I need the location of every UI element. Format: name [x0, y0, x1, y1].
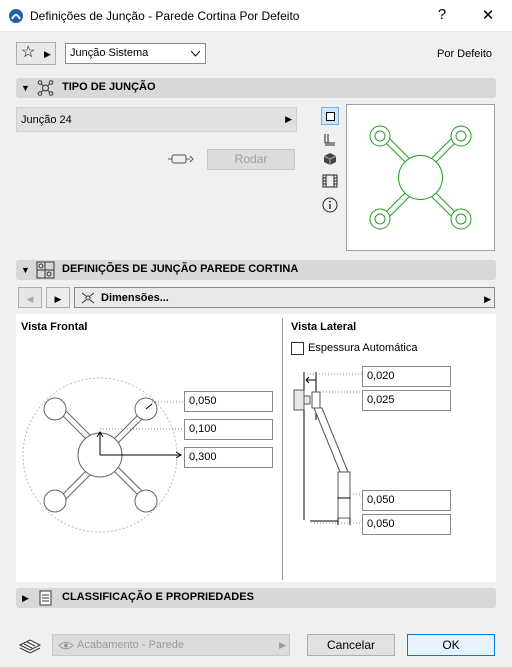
ok-button[interactable]: OK: [407, 634, 495, 656]
chevron-right-icon: ▶: [22, 593, 29, 603]
front-field-2[interactable]: 0,100: [184, 419, 273, 440]
help-button[interactable]: ?: [432, 6, 452, 23]
favorites-button[interactable]: ☆ ▶: [16, 42, 56, 65]
section-classification[interactable]: ▶ CLASSIFICAÇÃO E PROPRIEDADES: [16, 588, 496, 608]
layer-value: Acabamento - Parede: [77, 639, 185, 651]
layer-dropdown[interactable]: Acabamento - Parede ▶: [52, 634, 290, 656]
joint-preview: [346, 104, 495, 251]
chevron-right-icon: ▶: [285, 114, 292, 124]
layer-icon: [18, 639, 42, 654]
chevron-down-icon: [191, 51, 200, 57]
system-dropdown-value: Junção Sistema: [70, 47, 149, 59]
title-bar: Definições de Junção - Parede Cortina Po…: [0, 0, 512, 32]
film-icon[interactable]: [322, 173, 338, 189]
auto-thickness-label: Espessura Automática: [308, 342, 418, 354]
front-view-diagram: [22, 377, 185, 533]
plan-view-toggle[interactable]: [321, 107, 339, 125]
window-title: Definições de Junção - Parede Cortina Po…: [30, 9, 300, 23]
chevron-down-icon: ▼: [21, 265, 30, 275]
next-page-button[interactable]: ▶: [46, 287, 70, 308]
section-cw-settings[interactable]: ▼ DEFINIÇÕES DE JUNÇÃO PAREDE CORTINA: [16, 260, 496, 280]
cw-junction-settings-icon: [36, 261, 55, 279]
side-field-2[interactable]: 0,025: [362, 390, 451, 411]
chevron-right-icon: ▶: [54, 294, 62, 304]
close-button[interactable]: ✕: [478, 6, 498, 24]
front-field-1[interactable]: 0,050: [184, 391, 273, 412]
section-title: CLASSIFICAÇÃO E PROPRIEDADES: [62, 591, 254, 603]
chevron-down-icon: ▼: [21, 83, 30, 93]
app-icon: [9, 9, 23, 23]
square-icon: [326, 112, 335, 121]
chevron-left-icon: ◀: [26, 294, 34, 304]
side-view-diagram: [293, 372, 363, 525]
chevron-right-icon: ▶: [279, 640, 286, 650]
joint-type-icon: [37, 80, 54, 96]
info-icon[interactable]: [322, 197, 338, 213]
page-dropdown[interactable]: Dimensões... ▶: [74, 287, 495, 308]
rotate-button[interactable]: Rodar: [207, 149, 295, 170]
side-field-4[interactable]: 0,050: [362, 514, 451, 535]
joint-type-selector[interactable]: Junção 24 ▶: [16, 107, 297, 132]
chevron-right-icon: ▶: [484, 294, 491, 304]
prev-page-button[interactable]: ◀: [18, 287, 42, 308]
dimensions-icon: [81, 292, 95, 304]
cancel-button[interactable]: Cancelar: [307, 634, 395, 656]
rotate-icon: [168, 154, 194, 164]
page-dropdown-value: Dimensões...: [101, 292, 169, 304]
front-field-3[interactable]: 0,300: [184, 447, 273, 468]
3d-view-icon[interactable]: [322, 151, 338, 167]
side-field-1[interactable]: 0,020: [362, 366, 451, 387]
document-icon: [39, 590, 52, 606]
side-view-title: Vista Lateral: [291, 321, 357, 333]
section-joint-type[interactable]: ▼ TIPO DE JUNÇÃO: [16, 78, 496, 98]
star-icon: ☆: [21, 44, 36, 61]
joint-type-value: Junção 24: [21, 114, 72, 126]
auto-thickness-checkbox[interactable]: [291, 342, 304, 355]
side-field-3[interactable]: 0,050: [362, 490, 451, 511]
joint-preview-drawing: [369, 125, 472, 230]
default-label: Por Defeito: [437, 48, 493, 60]
section-view-icon[interactable]: [322, 131, 338, 147]
front-view-title: Vista Frontal: [21, 321, 88, 333]
section-title: DEFINIÇÕES DE JUNÇÃO PAREDE CORTINA: [62, 263, 299, 275]
chevron-right-icon: ▶: [44, 49, 51, 59]
eye-icon: [58, 641, 74, 650]
section-title: TIPO DE JUNÇÃO: [62, 81, 156, 93]
panel-divider: [282, 318, 283, 580]
system-dropdown[interactable]: Junção Sistema: [65, 43, 206, 64]
